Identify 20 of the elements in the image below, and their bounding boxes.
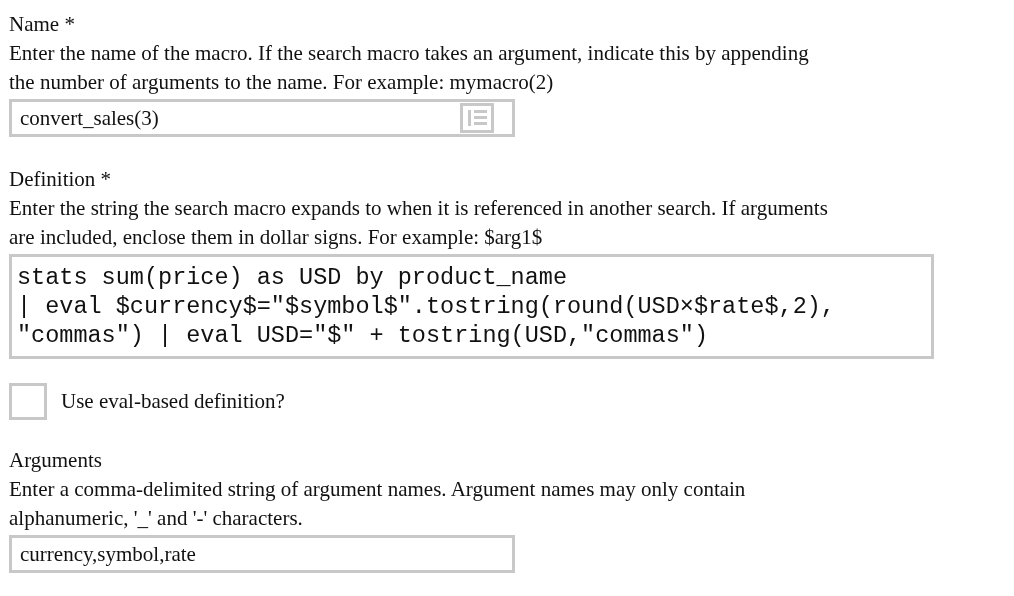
text-field[interactable]: convert_sales(3) — [9, 99, 515, 137]
field-value: convert_sales(3) — [20, 104, 159, 132]
code-line: "commas") | eval USD="$" + tostring(USD,"commas") — [17, 321, 708, 350]
section-title: Name * — [9, 11, 75, 38]
code-line: | eval $currency$="$symbol$".tostring(round(USD×$rate$,2), — [17, 292, 835, 321]
help-text: are included, enclose them in dollar signs. For example: $arg1$ — [9, 224, 543, 251]
list-icon[interactable] — [460, 103, 494, 133]
help-text: the number of arguments to the name. For example: mymacro(2) — [9, 69, 554, 96]
help-text: Enter the name of the macro. If the search macro takes an argument, indicate this by appending — [9, 40, 809, 67]
checkbox-label: Use eval-based definition? — [61, 388, 285, 415]
field-value: currency,symbol,rate — [20, 540, 196, 568]
text-field[interactable]: currency,symbol,rate — [9, 535, 515, 573]
code-line: stats sum(price) as USD by product_name — [17, 263, 567, 292]
section-title: Arguments — [9, 447, 102, 474]
help-text: Enter the string the search macro expands to when it is referenced in another search. If arguments — [9, 195, 828, 222]
help-text: Enter a comma-delimited string of argument names. Argument names may only contain — [9, 476, 746, 503]
code-field[interactable]: stats sum(price) as USD by product_name | eval $currency$="$symbol$".tostring(round(USD×$rate$,2), "commas") | eval USD="$" + tostring(USD,"commas") — [9, 254, 934, 359]
help-text: alphanumeric, '_' and '-' characters. — [9, 505, 303, 532]
section-title: Definition * — [9, 166, 112, 193]
checkbox[interactable] — [9, 383, 47, 420]
